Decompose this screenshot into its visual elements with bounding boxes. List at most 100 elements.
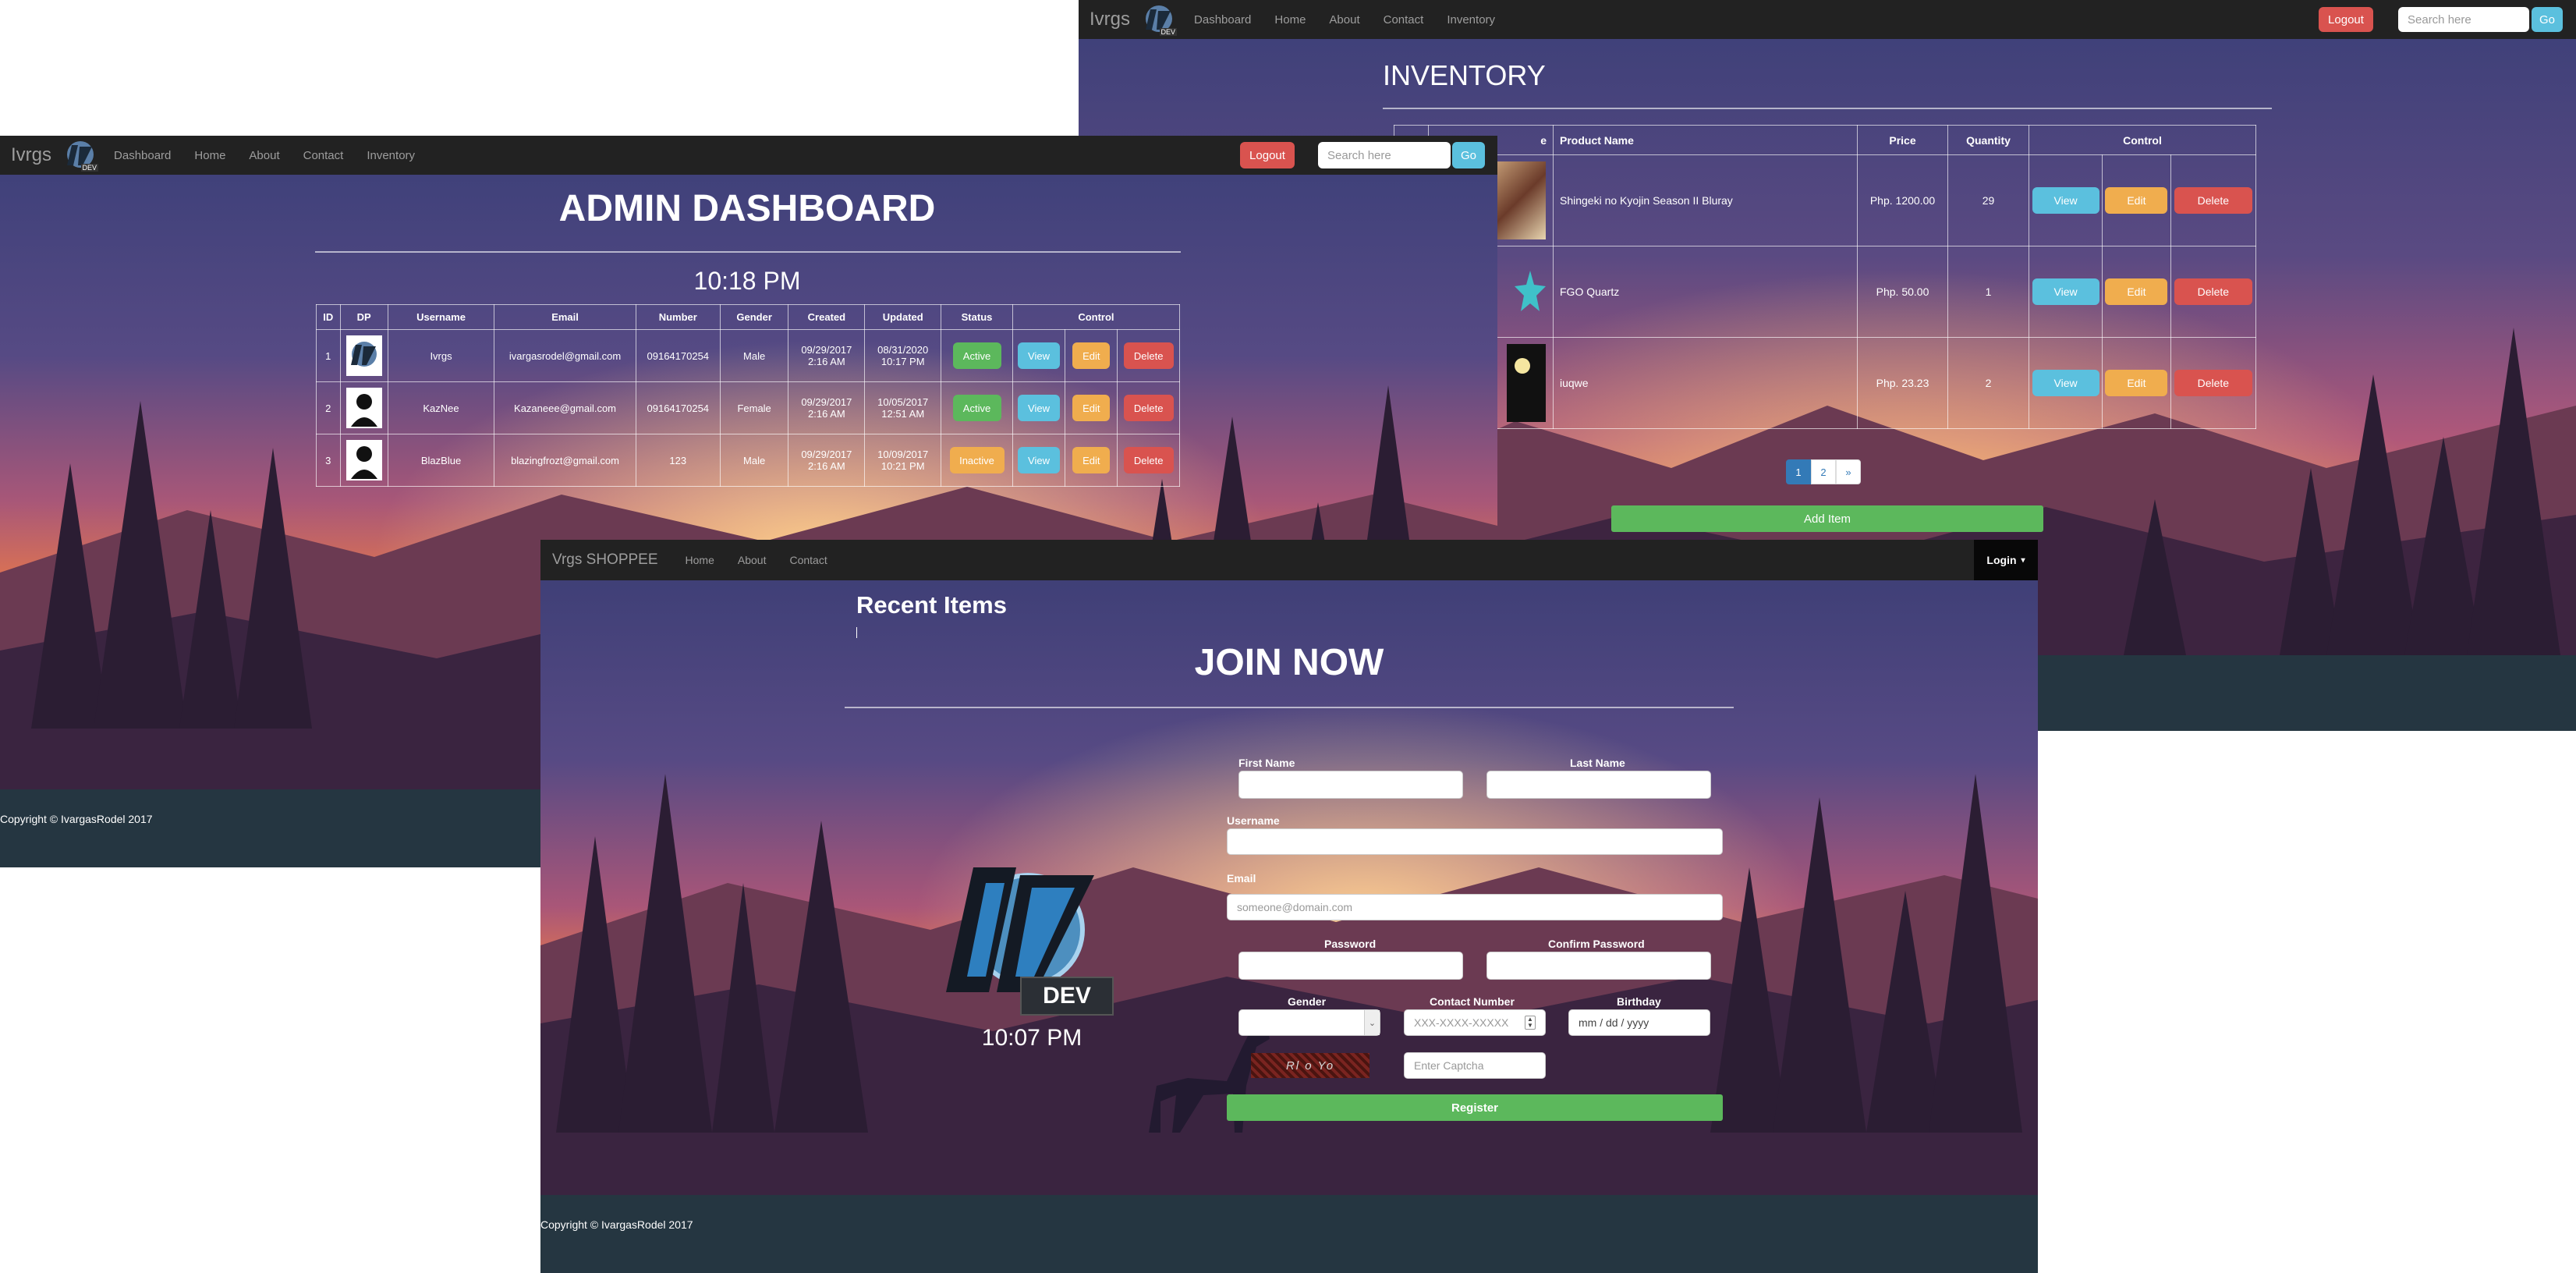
avatar xyxy=(345,388,382,428)
next-page-button[interactable]: » xyxy=(1836,459,1861,484)
text-cursor xyxy=(856,627,857,638)
confirm-password-label: Confirm Password xyxy=(1548,938,1645,950)
logo-dev-text: DEV xyxy=(1020,977,1114,1016)
product-quantity: 1 xyxy=(1947,246,2029,338)
search-input[interactable]: Search here xyxy=(1318,142,1451,168)
user-created: 09/29/2017 2:16 AM xyxy=(788,434,866,487)
column-header-created: Created xyxy=(788,304,866,330)
edit-button[interactable]: Edit xyxy=(1072,447,1111,473)
login-dropdown[interactable]: Login ▾ xyxy=(1974,540,2038,580)
created-time: 2:16 AM xyxy=(808,460,845,472)
delete-button[interactable]: Delete xyxy=(1123,447,1174,473)
brand-logo-text: DEV xyxy=(1159,28,1178,36)
updated-date: 10/05/2017 xyxy=(877,396,929,408)
nav-contact[interactable]: Contact xyxy=(789,554,827,566)
logout-button[interactable]: Logout xyxy=(1240,142,1295,168)
password-label: Password xyxy=(1324,938,1377,950)
nav-about[interactable]: About xyxy=(738,554,767,566)
confirm-password-input[interactable] xyxy=(1486,952,1711,980)
column-header-price: Price xyxy=(1857,125,1948,155)
email-input[interactable]: someone@domain.com xyxy=(1227,894,1723,920)
clock: 10:07 PM xyxy=(981,1025,1082,1051)
password-input[interactable] xyxy=(1238,952,1463,980)
login-label: Login xyxy=(1986,554,2017,566)
birthday-label: Birthday xyxy=(1617,995,1661,1008)
nav-home[interactable]: Home xyxy=(686,554,714,566)
delete-button[interactable]: Delete xyxy=(2174,278,2252,305)
pagination: 1 2 » xyxy=(1786,459,1861,484)
first-name-input[interactable] xyxy=(1238,771,1463,799)
captcha-input[interactable]: Enter Captcha xyxy=(1404,1052,1546,1079)
nav-about[interactable]: About xyxy=(1329,13,1359,27)
nav-contact[interactable]: Contact xyxy=(1384,13,1424,27)
nav-about[interactable]: About xyxy=(249,149,279,162)
captcha-image: Rl o Yo xyxy=(1251,1053,1369,1078)
nav-home[interactable]: Home xyxy=(194,149,225,162)
search-go-button[interactable]: Go xyxy=(1452,142,1485,168)
add-item-button[interactable]: Add Item xyxy=(1611,505,2043,532)
avatar xyxy=(345,440,382,480)
nav-inventory[interactable]: Inventory xyxy=(367,149,415,162)
last-name-input[interactable] xyxy=(1486,771,1711,799)
table-row: 3 BlazBlue blazingfrozt@gmail.com 123 Ma… xyxy=(316,434,1180,487)
user-email: ivargasrodel@gmail.com xyxy=(494,329,636,382)
shop-window: Vrgs SHOPPEE Home About Contact Login ▾ … xyxy=(540,540,2038,1273)
page-2-button[interactable]: 2 xyxy=(1811,459,1836,484)
search-go-button[interactable]: Go xyxy=(2532,7,2563,32)
updated-date: 10/09/2017 xyxy=(877,449,929,460)
nav-home[interactable]: Home xyxy=(1274,13,1306,27)
page-title: JOIN NOW xyxy=(1194,642,1384,683)
column-header-gender: Gender xyxy=(719,304,789,330)
gender-label: Gender xyxy=(1288,995,1327,1008)
page-1-button[interactable]: 1 xyxy=(1786,459,1811,484)
delete-button[interactable]: Delete xyxy=(2174,370,2252,396)
delete-button[interactable]: Delete xyxy=(1123,342,1174,369)
delete-button[interactable]: Delete xyxy=(1123,395,1174,421)
status-badge[interactable]: Active xyxy=(952,342,1001,369)
edit-button[interactable]: Edit xyxy=(1072,395,1111,421)
view-button[interactable]: View xyxy=(1018,447,1060,473)
view-button[interactable]: View xyxy=(2032,278,2099,305)
edit-button[interactable]: Edit xyxy=(2105,370,2168,396)
edit-button[interactable]: Edit xyxy=(2105,187,2168,214)
view-button[interactable]: View xyxy=(1018,342,1060,369)
table-row: 1 Ivrgs ivargasrodel@gmail.com 091641702… xyxy=(316,329,1180,382)
status-badge[interactable]: Inactive xyxy=(949,447,1005,473)
copyright-text: Copyright © IvargasRodel 2017 xyxy=(0,813,153,825)
brand-logo-icon[interactable]: DEV xyxy=(62,139,99,172)
product-name: iuqwe xyxy=(1553,337,1858,429)
column-header-control: Control xyxy=(1012,304,1181,330)
register-button[interactable]: Register xyxy=(1227,1094,1723,1121)
brand-logo-icon[interactable]: DEV xyxy=(1141,3,1178,36)
birthday-input[interactable]: mm / dd / yyyy xyxy=(1568,1009,1710,1036)
inventory-navbar: Ivrgs DEV Dashboard Home About Contact I… xyxy=(1079,0,2576,39)
search-input[interactable]: Search here xyxy=(2398,7,2529,32)
nav-contact[interactable]: Contact xyxy=(303,149,344,162)
updated-date: 08/31/2020 xyxy=(877,344,929,356)
view-button[interactable]: View xyxy=(1018,395,1060,421)
brand-name[interactable]: Vrgs SHOPPEE xyxy=(552,551,658,569)
edit-button[interactable]: Edit xyxy=(1072,342,1111,369)
logout-button[interactable]: Logout xyxy=(2319,7,2373,32)
column-header-email: Email xyxy=(494,304,636,330)
edit-button[interactable]: Edit xyxy=(2105,278,2168,305)
user-gender: Male xyxy=(719,329,789,382)
view-button[interactable]: View xyxy=(2032,370,2099,396)
status-badge[interactable]: Active xyxy=(952,395,1001,421)
nav-dashboard[interactable]: Dashboard xyxy=(114,149,171,162)
contact-number-label: Contact Number xyxy=(1430,995,1515,1008)
view-button[interactable]: View xyxy=(2032,187,2099,214)
recent-items-heading: Recent Items xyxy=(856,591,1007,619)
username-input[interactable] xyxy=(1227,828,1723,855)
nav-inventory[interactable]: Inventory xyxy=(1447,13,1495,27)
brand-name[interactable]: Ivrgs xyxy=(1090,9,1130,30)
number-spinner-icon[interactable]: ▲ ▼ xyxy=(1525,1016,1536,1030)
brand-name[interactable]: Ivrgs xyxy=(11,144,51,166)
dev-logo: IV DEV xyxy=(942,860,1114,1016)
gender-select[interactable]: ⌄ xyxy=(1238,1009,1380,1036)
nav-dashboard[interactable]: Dashboard xyxy=(1194,13,1251,27)
user-updated: 10/09/2017 10:21 PM xyxy=(864,434,942,487)
inventory-table: e Product Name Price Quantity Control Sh… xyxy=(1394,125,2257,429)
last-name-label: Last Name xyxy=(1570,757,1625,769)
delete-button[interactable]: Delete xyxy=(2174,187,2252,214)
